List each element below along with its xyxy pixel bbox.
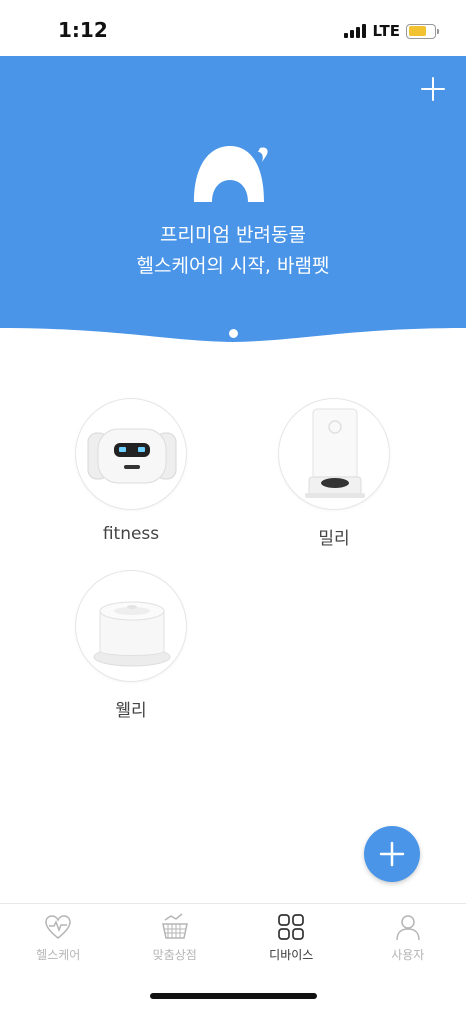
plus-icon [379,841,405,867]
device-fitness[interactable]: fitness [51,398,211,544]
device-welli[interactable]: 웰리 [51,570,211,721]
status-time: 1:12 [58,18,108,42]
battery-level [408,26,426,36]
feeder-image [305,408,365,498]
device-welli-circle[interactable] [75,570,187,682]
page-indicator-dot [229,329,238,338]
nav-item-user[interactable]: 사용자 [350,904,466,975]
device-fitness-circle[interactable] [75,398,187,510]
status-bar: 1:12 LTE [0,0,466,56]
device-name: 웰리 [115,701,147,721]
add-device-button[interactable] [364,826,420,882]
grid-icon [278,914,305,940]
device-name: 밀리 [318,529,350,549]
device-milli[interactable]: 밀리 [254,398,414,549]
device-milli-circle[interactable] [278,398,390,510]
heart-pulse-icon [45,915,72,939]
water-fountain-image [93,601,171,667]
nav-item-healthcare[interactable]: 헬스케어 [0,904,117,975]
device-name: fitness [102,524,160,544]
battery-icon [406,23,439,39]
signal-icon [344,24,367,38]
home-indicator [150,993,317,999]
banner: 프리미엄 반려동물 헬스케어의 시작, 바램펫 [0,56,466,346]
nav-label: 사용자 [391,948,425,962]
user-icon [396,915,420,941]
banner-line1: 프리미엄 반려동물 [160,224,306,246]
brand-logo-icon [194,146,268,202]
fitness-robot-image [87,428,177,484]
network-type: LTE [372,22,400,40]
nav-item-devices[interactable]: 디바이스 [233,904,350,975]
nav-item-shop[interactable]: 맞춤상점 [117,904,234,975]
status-indicators: LTE [344,21,439,41]
banner-line2: 헬스케어의 시작, 바램펫 [136,255,330,277]
bottom-navigation: 헬스케어 맞춤상점 디바이스 사용자 [0,903,466,975]
add-device-icon[interactable] [420,76,446,102]
nav-label: 디바이스 [269,948,314,962]
basket-chart-icon [161,913,188,939]
nav-label: 헬스케어 [36,948,81,962]
nav-label: 맞춤상점 [152,948,197,962]
banner-text: 프리미엄 반려동물 헬스케어의 시작, 바램펫 [0,220,466,282]
